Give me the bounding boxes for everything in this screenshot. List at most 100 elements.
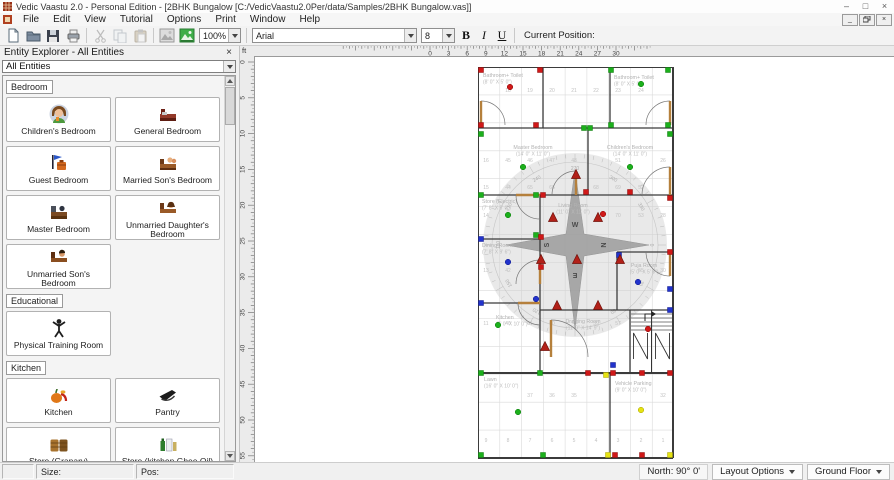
entity-store-kitchen-ghee-oil[interactable]: Store (kitchen Ghee,Oil) [115,427,220,461]
svg-text:22: 22 [593,88,599,94]
scrollbar-thumb[interactable] [225,87,235,125]
kitchen-icon [48,384,70,406]
entity-physical-training-room[interactable]: Physical Training Room [6,311,111,356]
entity-list-container: BedroomChildren's BedroomGeneral Bedroom… [2,75,236,462]
svg-text:5: 5 [573,438,576,444]
svg-text:21: 21 [571,88,577,94]
close-icon[interactable]: × [875,0,894,13]
maximize-icon[interactable]: □ [856,0,875,13]
red-marker [584,190,589,195]
entity-married-son-s-bedroom[interactable]: Married Son's Bedroom [115,146,220,191]
font-select[interactable]: Arial [252,28,417,43]
menu-view[interactable]: View [77,13,113,26]
scroll-down-icon[interactable] [225,451,235,461]
red-marker [668,371,673,376]
export-image-icon[interactable] [157,27,177,45]
blue-marker [533,296,539,302]
green-marker [609,68,614,73]
svg-text:5: 5 [240,96,247,100]
bed-icon [157,103,179,125]
print-icon[interactable] [63,27,83,45]
current-position-label: Current Position: [524,30,595,41]
zoom-select[interactable]: 100% [199,28,241,43]
font-size-select[interactable]: 8 [421,28,455,43]
menu-help[interactable]: Help [292,13,327,26]
entity-store-granary[interactable]: Store (Granary) [6,427,111,461]
training-icon [48,317,70,339]
yellow-marker [604,373,609,378]
green-marker [534,233,539,238]
paste-icon[interactable] [130,27,150,45]
green-marker [505,212,511,218]
floor-plan[interactable]: 0306090120150180210240270300330WNES18192… [478,67,674,459]
svg-text:65: 65 [527,185,533,191]
room-label-master-bedroom: Master Bedroom(14' 0" X 11' 0") [513,145,553,158]
svg-text:Master Bedroom: Master Bedroom [513,145,553,151]
menu-file[interactable]: File [16,13,46,26]
entity-pantry[interactable]: Pantry [115,378,220,423]
mdi-restore-icon[interactable] [859,14,875,26]
mdi-minimize-icon[interactable]: _ [842,14,858,26]
room-label-puja-room: Puja Room(5' 0" X 5' 6") [630,263,659,276]
dropdown-arrow-icon[interactable] [223,61,235,72]
menu-window[interactable]: Window [243,13,293,26]
dropdown-arrow-icon[interactable] [404,29,416,42]
svg-text:37: 37 [527,393,533,399]
red-marker [645,326,651,332]
entity-unmarried-son-s-bedroom[interactable]: Unmarried Son's Bedroom [6,244,111,289]
menu-edit[interactable]: Edit [46,13,77,26]
entity-general-bedroom[interactable]: General Bedroom [115,97,220,142]
svg-text:28: 28 [660,213,666,219]
minimize-icon[interactable]: – [837,0,856,13]
floor-select[interactable]: Ground Floor [807,464,890,480]
red-marker [538,68,543,73]
entity-master-bedroom[interactable]: Master Bedroom [6,195,111,240]
svg-text:48: 48 [571,158,577,164]
status-size: Size: [36,464,134,479]
copy-icon[interactable] [110,27,130,45]
mdi-close-icon[interactable]: × [876,14,892,26]
red-marker [541,193,546,198]
entity-kitchen[interactable]: Kitchen [6,378,111,423]
entity-filter-select[interactable]: All Entities [2,60,236,73]
save-icon[interactable] [43,27,63,45]
entity-list: BedroomChildren's BedroomGeneral Bedroom… [3,76,223,461]
svg-text:Living Room: Living Room [558,203,588,209]
entity-list-scrollbar[interactable] [224,76,235,461]
menu-print[interactable]: Print [208,13,243,26]
menu-options[interactable]: Options [160,13,208,26]
red-marker [534,123,539,128]
underline-button[interactable]: U [493,27,511,45]
green-marker [479,371,484,376]
export-image-green-icon[interactable] [177,27,197,45]
entity-unmarried-daughter-s-bedroom[interactable]: Unmarried Daughter's Bedroom [115,195,220,240]
open-file-icon[interactable] [23,27,43,45]
north-indicator: North: 90° 0' [639,464,708,480]
layout-options-button[interactable]: Layout Options [712,464,803,480]
room-label-dining-room: Dining Room(7' 8" X 9' 6") [482,243,513,256]
svg-text:Bathroom+ Toilet: Bathroom+ Toilet [483,73,523,79]
svg-text:15: 15 [483,185,489,191]
italic-button[interactable]: I [475,27,493,45]
red-marker [628,190,633,195]
entity-children-s-bedroom[interactable]: Children's Bedroom [6,97,111,142]
green-marker [520,164,526,170]
window-title: Vedic Vaastu 2.0 - Personal Edition - [2… [16,2,471,12]
vertical-ruler: 0510152025303540455055 [240,56,254,462]
bold-button[interactable]: B [457,27,475,45]
svg-text:30: 30 [660,268,666,274]
green-marker [668,132,673,137]
new-file-icon[interactable] [3,27,23,45]
svg-text:Lawn: Lawn [484,377,497,383]
menu-tutorial[interactable]: Tutorial [113,13,160,26]
cut-icon[interactable] [90,27,110,45]
blue-marker [505,259,511,265]
close-panel-icon[interactable]: × [226,47,235,58]
dropdown-arrow-icon[interactable] [442,29,454,42]
entity-guest-bedroom[interactable]: Guest Bedroom [6,146,111,191]
dropdown-arrow-icon[interactable] [228,29,240,42]
scroll-up-icon[interactable] [225,76,235,86]
svg-text:E: E [572,271,577,278]
svg-text:Kitchen: Kitchen [496,315,514,321]
horizontal-ruler: 036912151821242730 [254,46,894,56]
